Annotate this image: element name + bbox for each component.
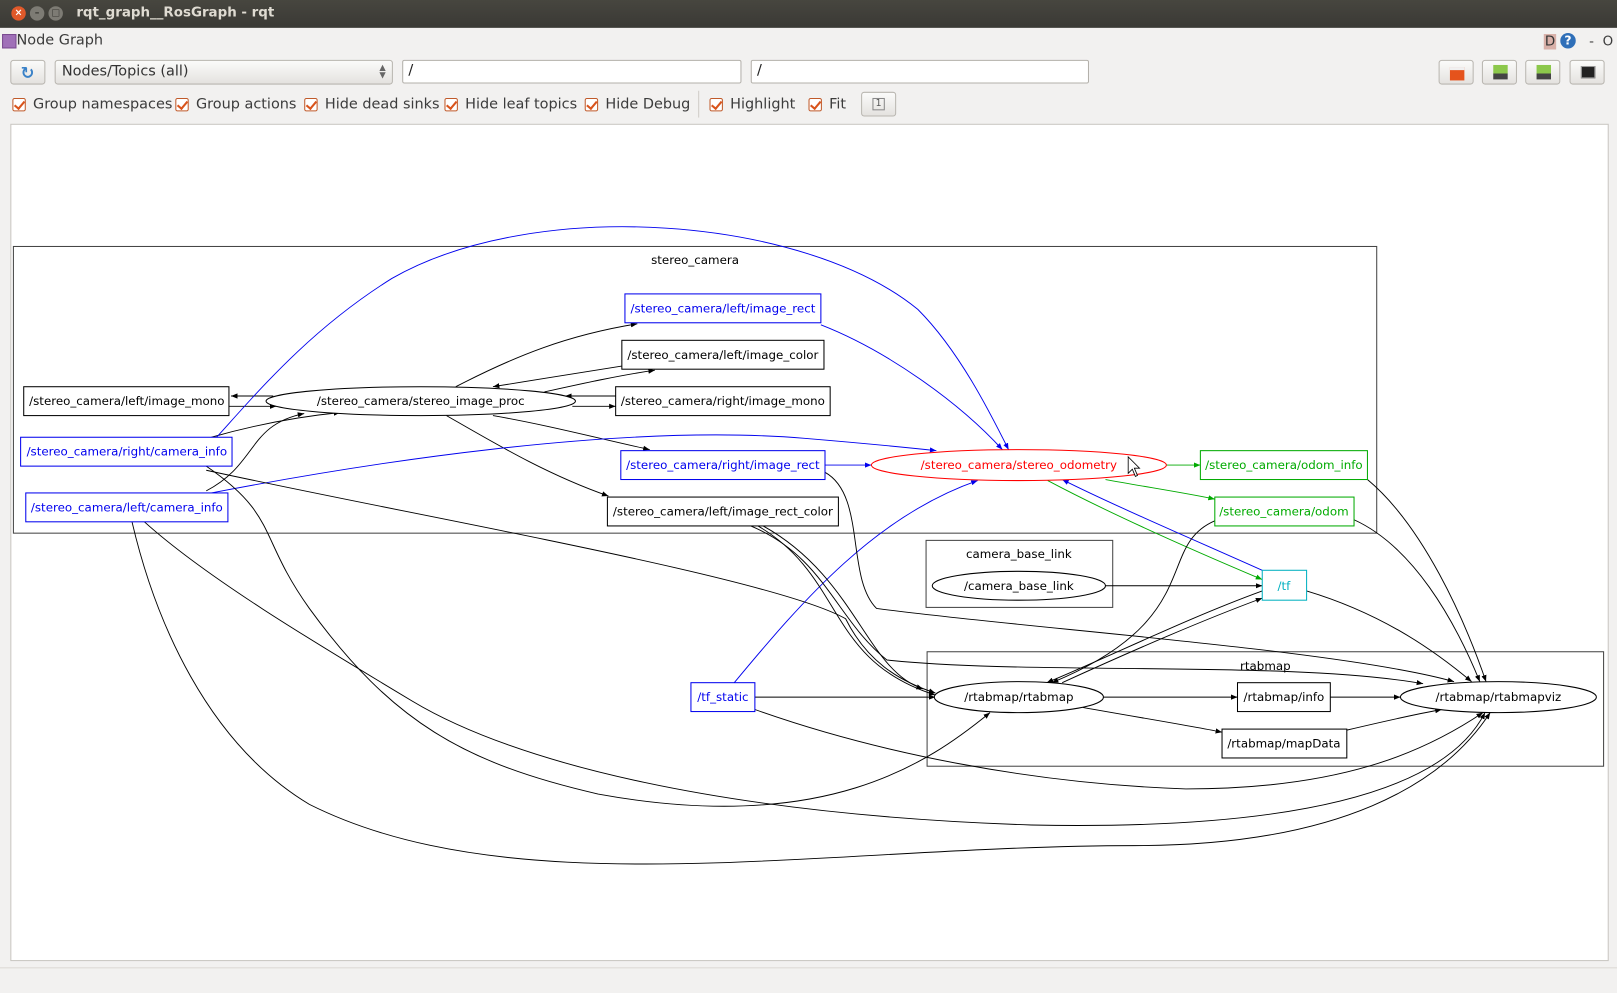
topic-rtabmap-mapdata[interactable]: /rtabmap/mapData — [1221, 728, 1348, 759]
node-label: /stereo_camera/left/image_rect_color — [613, 505, 833, 519]
edge — [205, 465, 991, 807]
topic-odom-info[interactable]: /stereo_camera/odom_info — [1199, 450, 1368, 481]
node-label: /rtabmap/rtabmapviz — [1436, 690, 1562, 704]
edge — [757, 525, 936, 696]
ros-graph[interactable]: stereo_camera camera_base_link rtabmap /… — [0, 0, 1617, 992]
edge — [492, 415, 650, 451]
topic-right-camera-info[interactable]: /stereo_camera/right/camera_info — [20, 436, 233, 467]
edge — [144, 521, 1486, 826]
node-label: /stereo_camera/left/image_rect — [630, 301, 815, 315]
node-label: /stereo_camera/right/image_rect — [626, 458, 820, 472]
topic-tf[interactable]: /tf — [1261, 569, 1308, 601]
status-bar — [0, 967, 1617, 993]
node-label: /stereo_camera/stereo_image_proc — [317, 394, 525, 408]
node-label: /tf_static — [697, 690, 748, 704]
topic-odom[interactable]: /stereo_camera/odom — [1214, 496, 1355, 527]
edge — [211, 410, 341, 438]
edge — [762, 525, 924, 690]
node-label: /camera_base_link — [964, 579, 1074, 593]
edge — [1082, 706, 1223, 734]
edge — [1353, 519, 1481, 682]
topic-right-image-rect[interactable]: /stereo_camera/right/image_rect — [620, 450, 826, 481]
cluster-label: camera_base_link — [966, 547, 1072, 561]
node-label: /stereo_camera/odom_info — [1205, 458, 1363, 472]
topic-right-image-mono[interactable]: /stereo_camera/right/image_mono — [615, 386, 831, 417]
node-rtabmap[interactable]: /rtabmap/rtabmap — [933, 681, 1104, 714]
node-label: /rtabmap/rtabmap — [964, 690, 1073, 704]
node-label: /tf — [1278, 579, 1292, 593]
edge — [446, 415, 609, 497]
topic-left-image-color[interactable]: /stereo_camera/left/image_color — [621, 339, 825, 370]
node-label: /stereo_camera/stereo_odometry — [921, 458, 1117, 472]
edge — [750, 525, 1424, 686]
topic-rtabmap-info[interactable]: /rtabmap/info — [1236, 682, 1331, 713]
edge — [754, 709, 1484, 790]
topic-left-image-rect-color[interactable]: /stereo_camera/left/image_rect_color — [606, 496, 839, 527]
node-label: /stereo_camera/left/image_mono — [29, 394, 224, 408]
edge — [455, 322, 638, 388]
edge — [216, 226, 1009, 450]
edge — [1346, 708, 1442, 731]
node-label: /stereo_camera/odom — [1219, 505, 1348, 519]
edge — [1047, 480, 1263, 580]
node-label: /stereo_camera/right/camera_info — [27, 445, 228, 459]
node-label: /stereo_camera/right/image_mono — [621, 394, 825, 408]
edge — [211, 434, 937, 494]
topic-left-image-rect[interactable]: /stereo_camera/left/image_rect — [624, 293, 822, 324]
edge — [1105, 479, 1215, 501]
cluster-label: stereo_camera — [651, 253, 739, 267]
node-label: /stereo_camera/left/image_color — [627, 348, 818, 362]
edge — [1051, 520, 1215, 684]
edge — [492, 365, 622, 389]
node-stereo-odometry[interactable]: /stereo_camera/stereo_odometry — [870, 449, 1167, 482]
node-rtabmapviz[interactable]: /rtabmap/rtabmapviz — [1399, 681, 1597, 714]
topic-left-camera-info[interactable]: /stereo_camera/left/camera_info — [25, 492, 229, 523]
node-label: /rtabmap/mapData — [1227, 737, 1340, 751]
topic-left-image-mono[interactable]: /stereo_camera/left/image_mono — [23, 386, 230, 417]
node-stereo-image-proc[interactable]: /stereo_camera/stereo_image_proc — [265, 386, 576, 417]
node-label: /stereo_camera/left/camera_info — [31, 500, 223, 514]
node-camera-base-link[interactable]: /camera_base_link — [931, 570, 1107, 601]
node-label: /rtabmap/info — [1244, 690, 1325, 704]
edge — [824, 471, 1455, 683]
topic-tf-static[interactable]: /tf_static — [690, 682, 756, 713]
